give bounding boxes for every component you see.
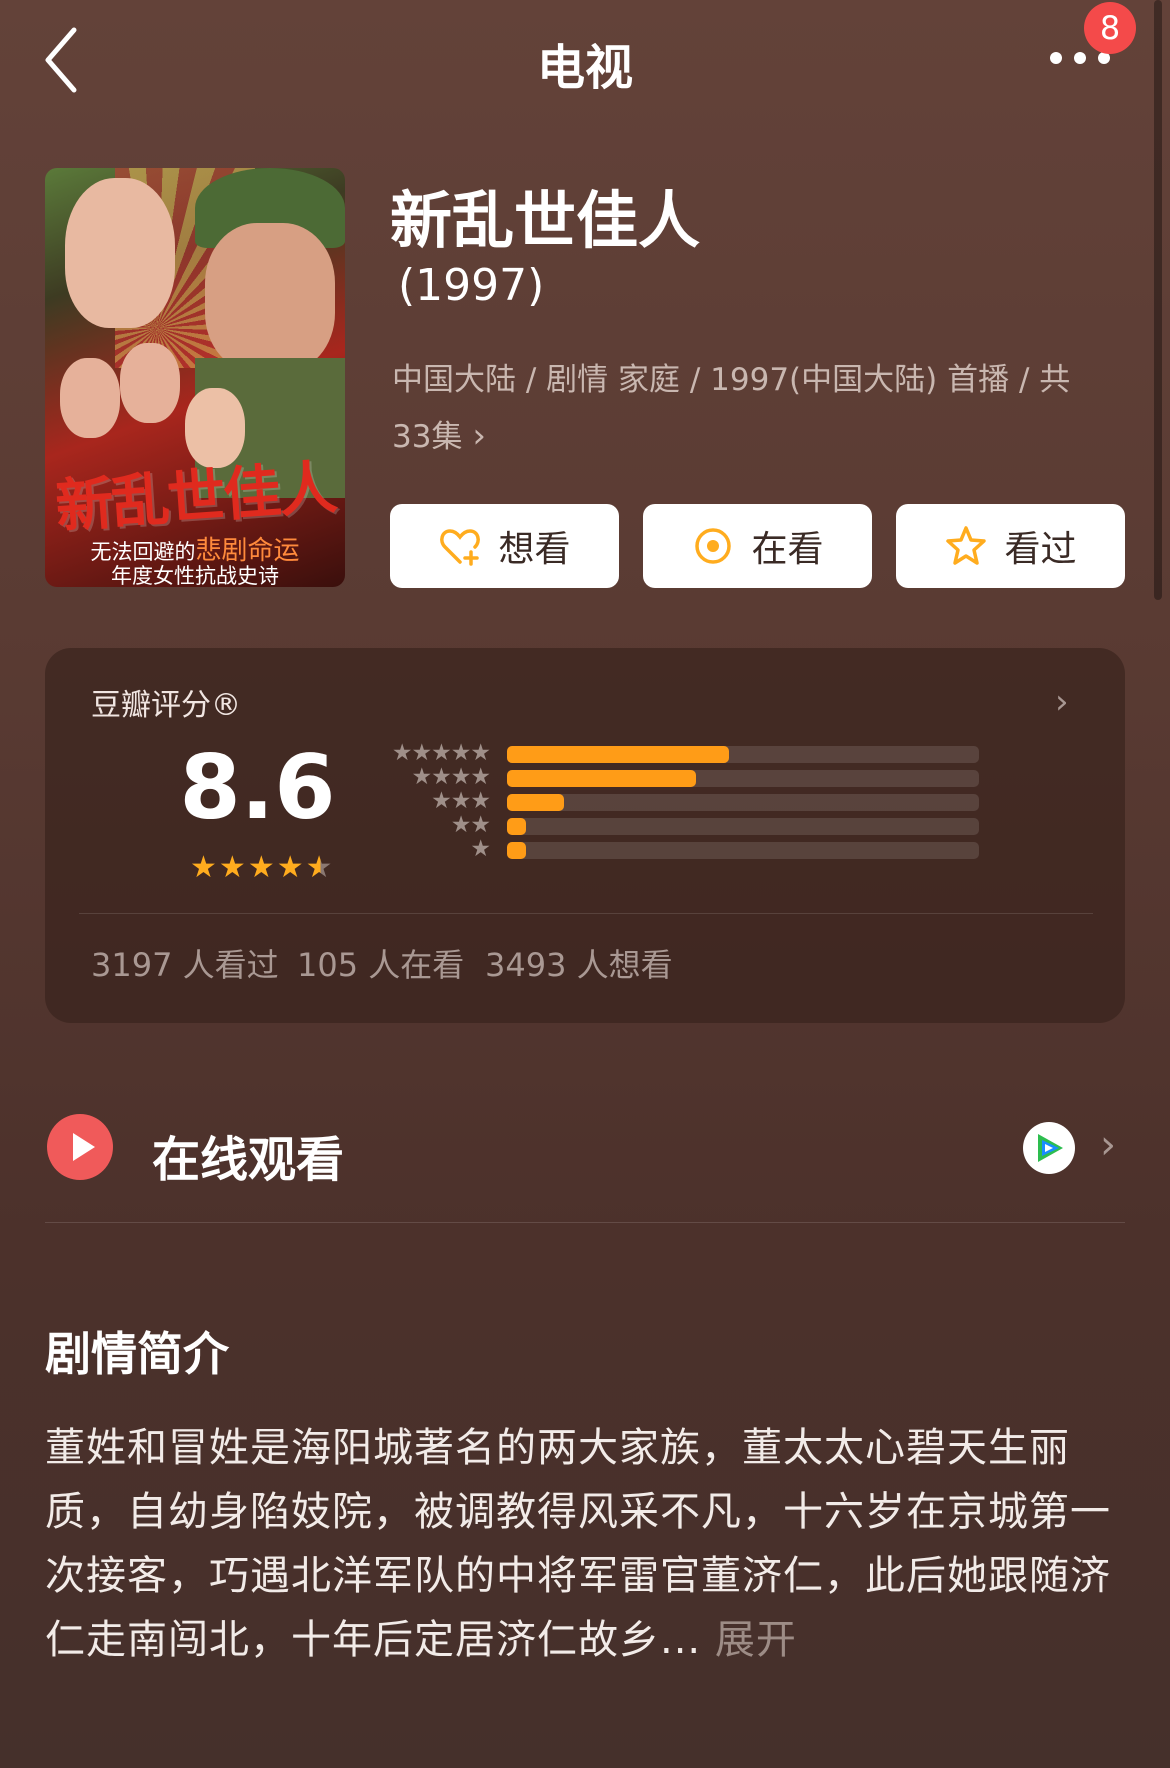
poster-figure (60, 358, 120, 438)
poster-title: 新乱世佳人 (53, 453, 338, 541)
distribution-bar-track (507, 842, 979, 859)
rating-card[interactable]: 豆瓣评分® › 8.6 ★★★★★ ★★★★★ ★★★★ ★★★ ★★ ★ 3197 人… (45, 648, 1125, 1023)
target-circle-icon (695, 528, 732, 564)
poster-figure (120, 343, 180, 423)
distribution-bar-track (507, 770, 979, 787)
distribution-bar (507, 770, 696, 787)
watched-count: 3197 人看过 (91, 946, 279, 984)
expand-link[interactable]: 展开 (715, 1617, 797, 1663)
watch-online-row[interactable]: 在线观看 › (45, 1100, 1125, 1200)
show-year: (1997) (398, 260, 545, 311)
chevron-right-icon: › (472, 416, 486, 456)
divider (45, 1222, 1125, 1223)
want-count: 3493 人想看 (485, 946, 673, 984)
watch-online-label: 在线观看 (152, 1132, 345, 1188)
distribution-stars: ★★★★ (411, 764, 491, 790)
heart-plus-icon (440, 529, 481, 566)
watched-label: 看过 (1004, 529, 1077, 570)
notification-badge: 8 (1084, 2, 1136, 54)
watched-button[interactable]: 看过 (896, 504, 1125, 588)
page-title: 电视 (536, 40, 633, 96)
want-to-watch-button[interactable]: 想看 (390, 504, 619, 588)
synopsis-title: 剧情简介 (45, 1327, 229, 1381)
distribution-stars: ★★★ (431, 788, 491, 814)
scrollbar[interactable] (1154, 0, 1162, 600)
chevron-right-icon: › (1100, 1122, 1116, 1168)
synopsis-body: 董姓和冒姓是海阳城著名的两大家族，董太太心碧天生丽质，自幼身陷妓院，被调教得风采… (45, 1425, 1111, 1663)
show-meta-link[interactable]: 中国大陆 / 剧情 家庭 / 1997(中国大陆) 首播 / 共 33集 › (392, 352, 1104, 465)
distribution-bar-track (507, 746, 979, 763)
poster-figure (205, 223, 335, 373)
watching-button[interactable]: 在看 (643, 504, 872, 588)
distribution-bar (507, 746, 729, 763)
synopsis-text: 董姓和冒姓是海阳城著名的两大家族，董太太心碧天生丽质，自幼身陷妓院，被调教得风采… (45, 1416, 1135, 1672)
distribution-bar-track (507, 818, 979, 835)
show-meta: 中国大陆 / 剧情 家庭 / 1997(中国大陆) 首播 / 共 33集 (392, 362, 1071, 455)
watching-label: 在看 (751, 529, 824, 570)
distribution-bar-track (507, 794, 979, 811)
distribution-bar (507, 794, 564, 811)
divider (79, 913, 1093, 914)
distribution-stars: ★★ (450, 812, 491, 838)
distribution-bar (507, 818, 526, 835)
poster-figure (65, 178, 175, 328)
poster-image: 新乱世佳人 无法回避的悲剧命运 年度女性抗战史诗 (45, 168, 345, 587)
distribution-stars: ★★★★★ (391, 740, 491, 766)
distribution-bar (507, 842, 526, 859)
rating-distribution: ★★★★★ ★★★★ ★★★ ★★ ★ (45, 648, 1125, 888)
show-title: 新乱世佳人 (390, 184, 701, 257)
want-to-watch-label: 想看 (498, 529, 571, 570)
poster-tagline-2: 年度女性抗战史诗 (111, 564, 279, 587)
distribution-stars: ★ (470, 836, 491, 862)
watching-count: 105 人在看 (297, 946, 465, 984)
play-icon (47, 1114, 113, 1180)
tencent-video-icon (1023, 1122, 1075, 1174)
star-outline-icon (946, 526, 987, 565)
